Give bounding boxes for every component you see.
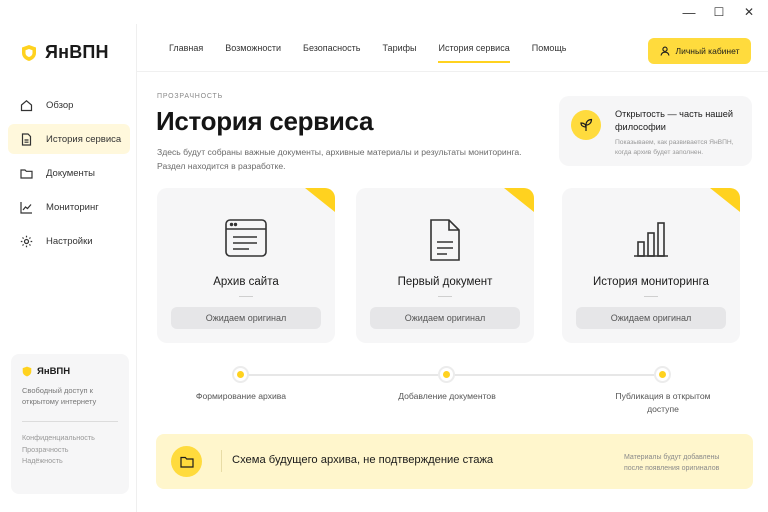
sidebar-item-label: Документы — [46, 167, 95, 179]
divider — [438, 296, 452, 297]
home-icon — [20, 99, 33, 111]
tab-help[interactable]: Помощь — [532, 24, 567, 72]
card-site-archive[interactable]: Архив сайта Ожидаем оригинал — [157, 188, 335, 343]
card-first-document[interactable]: Первый документ Ожидаем оригинал — [356, 188, 534, 343]
timeline-step-label: Формирование архива — [195, 391, 287, 401]
sidebar-item-history[interactable]: История сервиса — [8, 124, 130, 154]
card-title: Первый документ — [397, 276, 493, 288]
sidebar-item-label: Обзор — [46, 99, 74, 111]
corner-fold — [710, 188, 740, 212]
timeline-step-dot — [232, 366, 249, 383]
tab-pricing[interactable]: Тарифы — [382, 24, 416, 72]
browser-window-icon — [225, 219, 267, 257]
minimize-button[interactable]: — — [674, 0, 704, 24]
gear-icon — [20, 235, 33, 247]
top-nav: Главная Возможности Безопасность Тарифы … — [137, 24, 768, 72]
document-icon — [21, 132, 32, 146]
brand-name: ЯнВПН — [45, 42, 109, 62]
divider — [644, 296, 658, 297]
sidebar-item-label: История сервиса — [46, 133, 122, 145]
philosophy-card: Открытость — часть нашей философии Показ… — [559, 96, 752, 166]
bar-chart-icon — [634, 222, 668, 257]
timeline-step-dot — [438, 366, 455, 383]
sidebar-card-brand-name: ЯнВПН — [37, 366, 71, 377]
personal-cabinet-button[interactable]: Личный кабинет — [648, 38, 751, 64]
corner-fold — [504, 188, 534, 212]
card-status: Ожидаем оригинал — [576, 307, 726, 329]
card-monitoring-history[interactable]: История мониторинга Ожидаем оригинал — [562, 188, 740, 343]
divider — [239, 296, 253, 297]
philosophy-subtitle: Показываем, как развивается ЯнВПН, когда… — [615, 139, 734, 156]
personal-cabinet-label: Личный кабинет — [675, 46, 740, 56]
timeline-step-dot — [654, 366, 671, 383]
shield-logo-icon — [22, 366, 32, 377]
user-icon — [659, 46, 670, 56]
top-nav-items: Главная Возможности Безопасность Тарифы … — [169, 24, 588, 72]
sidebar-item-label: Настройки — [46, 235, 93, 247]
tab-security[interactable]: Безопасность — [303, 24, 360, 72]
sidebar: ЯнВПН Обзор История сервиса Документы Мо… — [0, 24, 137, 512]
sidebar-item-settings[interactable]: Настройки — [8, 226, 130, 256]
folder-icon — [20, 168, 33, 179]
file-text-icon — [430, 219, 460, 261]
window-controls: — ☐ ✕ — [674, 0, 768, 24]
sidebar-nav: Обзор История сервиса Документы Монитори… — [8, 90, 130, 260]
archive-notice-banner: Схема будущего архива, не подтверждение … — [156, 434, 753, 489]
sidebar-item-label: Мониторинг — [46, 201, 99, 213]
link-transparency[interactable]: Прозрачность — [22, 444, 118, 456]
card-status: Ожидаем оригинал — [171, 307, 321, 329]
tab-features[interactable]: Возможности — [225, 24, 281, 72]
banner-text: Схема будущего архива, не подтверждение … — [232, 454, 494, 466]
tab-service-history[interactable]: История сервиса — [438, 24, 510, 72]
sidebar-card-links: Конфиденциальность Прозрачность Надёжнос… — [22, 432, 118, 467]
link-reliability[interactable]: Надёжность — [22, 455, 118, 467]
close-button[interactable]: ✕ — [734, 0, 764, 24]
sprout-icon — [571, 110, 601, 140]
page-description: Здесь будут собраны важные документы, ар… — [157, 147, 522, 171]
divider — [22, 421, 118, 422]
maximize-button[interactable]: ☐ — [704, 0, 734, 24]
sidebar-item-documents[interactable]: Документы — [8, 158, 130, 188]
folder-icon — [171, 446, 202, 477]
section-eyebrow: ПРОЗРАЧНОСТЬ — [157, 93, 223, 100]
logo[interactable]: ЯнВПН — [21, 42, 109, 63]
timeline-step-label: Публикация в открытом доступе — [615, 391, 711, 414]
card-status: Ожидаем оригинал — [370, 307, 520, 329]
sidebar-item-monitoring[interactable]: Мониторинг — [8, 192, 130, 222]
sidebar-info-card: ЯнВПН Свободный доступ к открытому интер… — [11, 354, 129, 494]
banner-note: Материалы будут добавлены после появлени… — [624, 454, 720, 472]
sidebar-item-overview[interactable]: Обзор — [8, 90, 130, 120]
divider — [221, 450, 222, 472]
page-title: История сервиса — [156, 106, 374, 136]
chart-line-icon — [20, 201, 32, 214]
sidebar-card-brand: ЯнВПН — [22, 366, 118, 377]
shield-logo-icon — [22, 44, 36, 61]
sidebar-card-tagline: Свободный доступ к открытому интернету — [22, 386, 97, 406]
tab-home[interactable]: Главная — [169, 24, 203, 72]
link-privacy[interactable]: Конфиденциальность — [22, 432, 118, 444]
timeline-step-label: Добавление документов — [398, 391, 496, 401]
corner-fold — [305, 188, 335, 212]
card-title: Архив сайта — [213, 276, 279, 288]
philosophy-title: Открытость — часть нашей философии — [615, 109, 734, 132]
card-title: История мониторинга — [593, 276, 709, 288]
